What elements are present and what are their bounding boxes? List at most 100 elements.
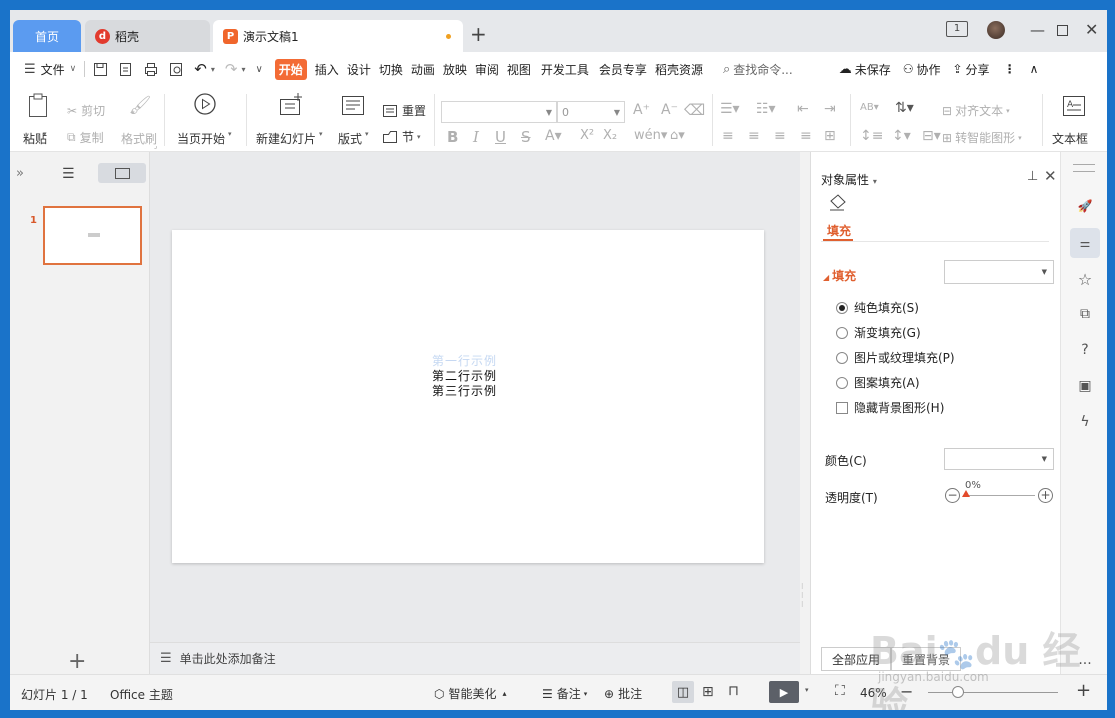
new-tab-button[interactable]: +: [470, 24, 487, 44]
color-select[interactable]: ▼: [944, 448, 1054, 470]
bullet-list-icon[interactable]: ☰▾: [720, 101, 740, 117]
pin-icon[interactable]: ⊥: [1027, 169, 1038, 184]
gradient-fill-radio[interactable]: [836, 326, 848, 339]
menu-item-insert[interactable]: 插入: [315, 61, 339, 78]
new-slide-dropdown-icon[interactable]: ▾: [319, 130, 323, 138]
menu-item-review[interactable]: 审阅: [475, 61, 499, 78]
solid-fill-radio[interactable]: [836, 301, 848, 314]
fill-type-select[interactable]: ▼: [944, 260, 1054, 284]
minimize-icon[interactable]: —: [1030, 22, 1045, 38]
option-picture-fill[interactable]: 图片或纹理填充(P): [836, 349, 955, 366]
transparency-increase-icon[interactable]: +: [1038, 488, 1053, 503]
collaborate-button[interactable]: ⚇ 协作: [903, 61, 941, 78]
align-center-icon[interactable]: ≡: [748, 128, 760, 144]
new-slide-button[interactable]: 新建幻灯片: [256, 130, 316, 147]
share-button[interactable]: ⇪ 分享: [952, 61, 989, 78]
textbox-icon[interactable]: A: [1062, 94, 1086, 118]
more-icon[interactable]: ⋮: [1004, 62, 1016, 76]
slide-thumbnail[interactable]: [43, 206, 142, 265]
slideshow-dropdown-icon[interactable]: ▾: [805, 686, 809, 694]
menu-item-slideshow[interactable]: 放映: [443, 61, 467, 78]
smart-beautify-button[interactable]: ⬡ 智能美化 ▴: [434, 685, 507, 702]
close-window-icon[interactable]: ✕: [1085, 22, 1098, 38]
transparency-slider[interactable]: [963, 495, 1035, 496]
collapse-ribbon-icon[interactable]: ∧: [1030, 62, 1039, 76]
fill-bucket-icon[interactable]: [827, 193, 847, 213]
star-magic-icon[interactable]: ☆: [1073, 267, 1097, 291]
paragraph-spacing-icon[interactable]: ↕▾: [892, 128, 911, 144]
comment-button[interactable]: ⊕ 批注: [604, 685, 642, 702]
menu-item-design[interactable]: 设计: [347, 61, 371, 78]
maximize-icon[interactable]: [1057, 25, 1068, 36]
menu-item-animation[interactable]: 动画: [411, 61, 435, 78]
transition-icon[interactable]: ⧉: [1073, 302, 1097, 326]
normal-view-icon[interactable]: ◫: [672, 681, 694, 703]
text-direction-icon[interactable]: AB▾: [860, 102, 879, 113]
menu-item-member[interactable]: 会员专享: [599, 61, 647, 78]
picture-fill-radio[interactable]: [836, 351, 848, 364]
strikethrough-icon[interactable]: S: [521, 128, 531, 146]
reading-view-icon[interactable]: ⊓: [728, 683, 739, 699]
export-pdf-icon[interactable]: [118, 62, 133, 77]
command-search[interactable]: ⌕ 查找命令...: [723, 61, 793, 78]
increase-indent-icon[interactable]: ⇥: [824, 101, 836, 117]
textbox-button[interactable]: 文本框: [1052, 130, 1088, 147]
slide-canvas[interactable]: 第一行示例 第二行示例 第三行示例: [172, 230, 764, 563]
decrease-font-icon[interactable]: A⁻: [661, 102, 678, 118]
slide-view-toggle[interactable]: [98, 163, 146, 183]
menu-item-start[interactable]: 开始: [274, 58, 307, 80]
notes-bar[interactable]: ☰ 单击此处添加备注: [150, 642, 800, 674]
phonetic-icon[interactable]: wén▾: [634, 128, 667, 143]
panel-splitter[interactable]: ⁝ ⁝ ⁝: [800, 152, 810, 674]
unsaved-button[interactable]: ☁ 未保存: [839, 61, 891, 78]
increase-font-icon[interactable]: A⁺: [633, 102, 650, 118]
cut-button[interactable]: ✂ 剪切: [67, 102, 105, 119]
tab-document[interactable]: P 演示文稿1: [213, 20, 463, 52]
from-current-slide-button[interactable]: 当页开始: [177, 130, 225, 147]
clear-format-icon[interactable]: ⌫: [684, 101, 705, 119]
font-family-select[interactable]: ▼: [441, 101, 557, 123]
slide-sorter-icon[interactable]: ⊞: [702, 684, 714, 700]
file-menu[interactable]: ☰ 文件 ∨: [24, 61, 76, 78]
new-slide-icon[interactable]: [278, 92, 304, 118]
fill-section-header[interactable]: ◢ 填充: [823, 267, 856, 284]
properties-sliders-icon[interactable]: ⚌: [1070, 228, 1100, 258]
tab-daoke[interactable]: d 稻壳: [85, 20, 210, 52]
smart-shape-button[interactable]: ⊞ 转智能图形 ▾: [942, 129, 1022, 146]
fit-window-icon[interactable]: ⛶: [835, 683, 845, 699]
bold-icon[interactable]: B: [447, 128, 458, 146]
hide-background-checkbox[interactable]: [836, 401, 848, 414]
theme-name[interactable]: Office 主题: [110, 686, 173, 703]
notes-button[interactable]: ☰ 备注 ▾: [542, 685, 587, 702]
close-panel-icon[interactable]: ✕: [1044, 167, 1057, 185]
image-settings-icon[interactable]: ▣: [1073, 374, 1097, 398]
distribute-icon[interactable]: ⊞: [824, 128, 836, 144]
transparency-slider-thumb[interactable]: [962, 490, 970, 497]
option-hide-background[interactable]: 隐藏背景图形(H): [836, 399, 944, 416]
option-gradient-fill[interactable]: 渐变填充(G): [836, 324, 921, 341]
tab-home[interactable]: 首页: [13, 20, 81, 52]
expand-panel-icon[interactable]: »: [16, 166, 24, 181]
save-icon[interactable]: [93, 62, 108, 77]
menu-item-transition[interactable]: 切换: [379, 61, 403, 78]
clipboard-launcher-icon[interactable]: ⌟: [154, 142, 157, 150]
menu-item-view[interactable]: 视图: [507, 61, 531, 78]
align-left-icon[interactable]: ≡: [722, 128, 734, 144]
sort-icon[interactable]: ⇅▾: [895, 100, 914, 116]
menu-item-developer[interactable]: 开发工具: [541, 61, 589, 78]
paste-icon[interactable]: [25, 92, 51, 118]
properties-title[interactable]: 对象属性 ▾: [821, 171, 877, 188]
redo-dropdown-icon[interactable]: ▾: [241, 65, 245, 74]
outline-view-icon[interactable]: ☰: [62, 166, 75, 182]
lightning-icon[interactable]: ϟ: [1073, 410, 1097, 434]
format-painter-button[interactable]: 格式刷: [121, 130, 157, 147]
reset-button[interactable]: 重置: [382, 102, 426, 119]
add-slide-button[interactable]: +: [68, 651, 86, 673]
section-button[interactable]: 节 ▾: [382, 128, 421, 145]
help-icon[interactable]: ?: [1073, 338, 1097, 362]
undo-icon[interactable]: ↶: [194, 60, 207, 78]
line-spacing-icon[interactable]: ↕≡: [860, 128, 883, 144]
decrease-indent-icon[interactable]: ⇤: [797, 101, 809, 117]
superscript-icon[interactable]: X²: [580, 128, 594, 143]
underline-icon[interactable]: U: [495, 128, 506, 146]
